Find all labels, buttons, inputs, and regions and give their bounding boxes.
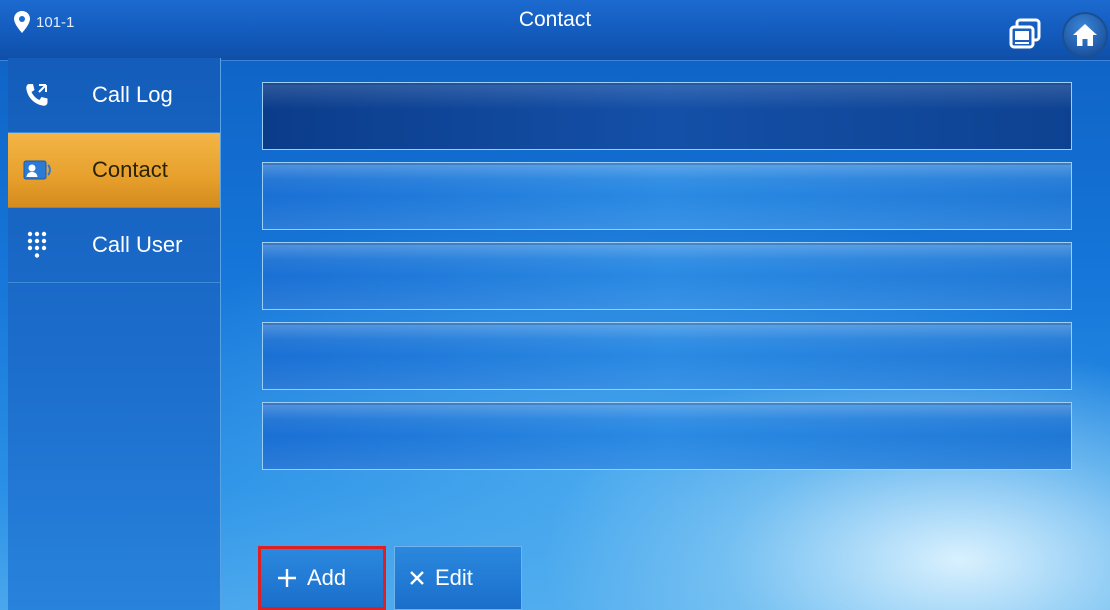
sidebar-item-label: Call User	[92, 232, 183, 257]
header-bar: 101-1 Contact	[0, 0, 1110, 61]
close-icon	[410, 571, 424, 585]
edit-button[interactable]: Edit	[394, 546, 522, 610]
plus-icon	[278, 569, 296, 587]
home-button[interactable]	[1062, 12, 1108, 58]
list-item[interactable]	[262, 402, 1072, 470]
list-item[interactable]	[262, 322, 1072, 390]
list-item[interactable]	[262, 82, 1072, 150]
list-item[interactable]	[262, 242, 1072, 310]
list-item[interactable]	[262, 162, 1072, 230]
page-title: Contact	[518, 8, 592, 31]
contact-list	[262, 82, 1072, 482]
add-button-label: Add	[307, 565, 347, 590]
sidebar-item-label: Call Log	[92, 82, 173, 107]
phone-icon	[22, 80, 52, 110]
sidebar-item-call-user[interactable]: Call User	[8, 208, 220, 283]
multi-window-icon[interactable]	[1008, 18, 1042, 50]
add-button[interactable]: Add	[258, 546, 386, 610]
dialpad-icon	[22, 230, 52, 260]
sidebar: Call Log Contact Call User	[8, 58, 221, 610]
home-icon	[1073, 24, 1097, 46]
edit-button-label: Edit	[435, 565, 473, 590]
sidebar-item-contact[interactable]: Contact	[8, 133, 220, 208]
sidebar-item-call-log[interactable]: Call Log	[8, 58, 220, 133]
sidebar-item-label: Contact	[92, 157, 168, 182]
contact-card-icon	[22, 155, 52, 185]
